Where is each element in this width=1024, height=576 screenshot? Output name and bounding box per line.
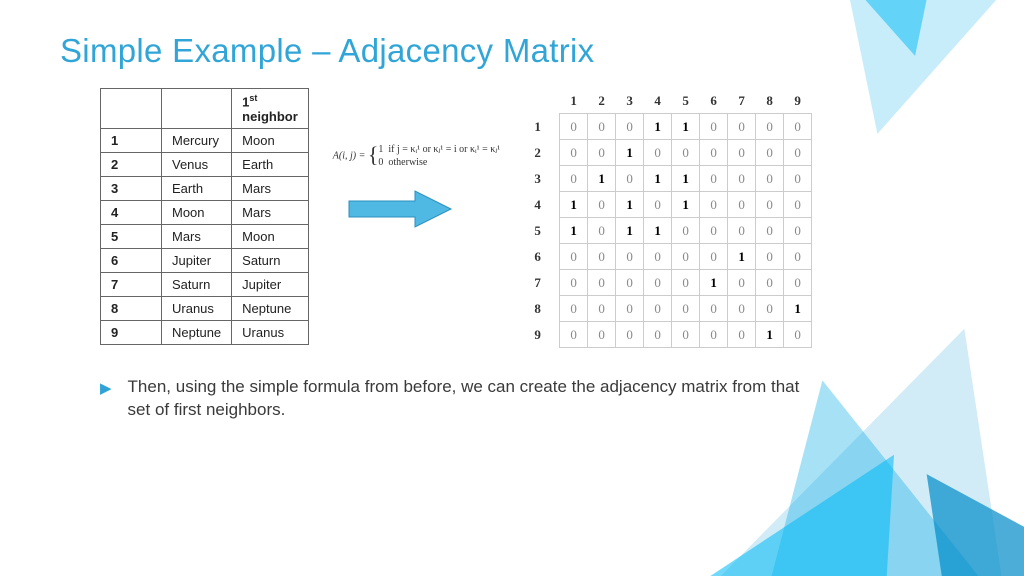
bullet-marker-icon: ▶ [100,379,112,399]
arrow-icon [345,189,455,229]
slide: Simple Example – Adjacency Matrix 1st ne… [0,0,1024,576]
matrix-row: 8000000001 [524,296,812,322]
neighbor-table-header: 1st neighbor [232,89,309,129]
formula-block: A(i, j) = { 1 if j = κᵢ¹ or κⱼ¹ = i or κ… [333,143,500,229]
slide-title: Simple Example – Adjacency Matrix [60,32,964,70]
matrix-row: 7000001000 [524,270,812,296]
table-row: 1MercuryMoon [101,129,309,153]
matrix-row: 9000000010 [524,322,812,348]
matrix-row: 1000110000 [524,114,812,140]
adjacency-matrix: 123456789 100011000020010000003010110000… [524,88,812,348]
table-row: 8UranusNeptune [101,297,309,321]
matrix-row: 5101100000 [524,218,812,244]
table-row: 6JupiterSaturn [101,249,309,273]
matrix-row: 4101010000 [524,192,812,218]
table-row: 5MarsMoon [101,225,309,249]
bullet-point: ▶ Then, using the simple formula from be… [100,376,820,422]
matrix-row: 2001000000 [524,140,812,166]
matrix-row: 3010110000 [524,166,812,192]
matrix-row: 6000000100 [524,244,812,270]
neighbor-table: 1st neighbor 1MercuryMoon2VenusEarth3Ear… [100,88,309,345]
content-row: 1st neighbor 1MercuryMoon2VenusEarth3Ear… [60,88,964,348]
table-row: 2VenusEarth [101,153,309,177]
table-row: 3EarthMars [101,177,309,201]
table-row: 9NeptuneUranus [101,321,309,345]
table-row: 7SaturnJupiter [101,273,309,297]
bullet-text: Then, using the simple formula from befo… [128,376,820,422]
formula: A(i, j) = { 1 if j = κᵢ¹ or κⱼ¹ = i or κ… [333,143,500,169]
table-row: 4MoonMars [101,201,309,225]
